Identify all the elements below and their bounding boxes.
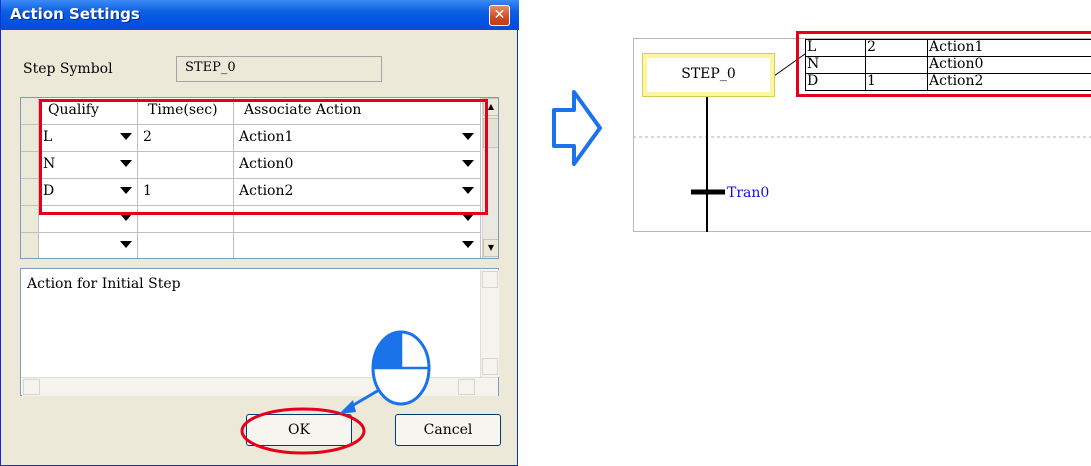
- right-arrow-icon: [552, 90, 602, 166]
- mouse-click-icon: [339, 330, 431, 414]
- qualify-cell[interactable]: [38, 233, 138, 258]
- scroll-down-icon[interactable]: ▼: [483, 239, 498, 257]
- diagram-highlight-box: [796, 31, 1091, 97]
- step-symbol-field: STEP_0: [176, 56, 382, 82]
- chevron-down-icon[interactable]: [120, 214, 132, 221]
- action-settings-dialog: Action Settings ✕ Step Symbol STEP_0 Qua…: [0, 0, 519, 466]
- scroll-up-icon[interactable]: [482, 271, 498, 288]
- row-header: [21, 206, 39, 232]
- chevron-down-icon[interactable]: [462, 214, 474, 221]
- table-row[interactable]: [21, 233, 481, 258]
- note-vertical-scrollbar[interactable]: [480, 270, 499, 377]
- step-name: STEP_0: [681, 66, 736, 82]
- title-bar[interactable]: Action Settings ✕: [1, 0, 519, 30]
- time-cell[interactable]: [138, 233, 234, 258]
- action-cell[interactable]: [234, 233, 481, 258]
- row-header: [21, 179, 39, 205]
- grid-highlight-box: [39, 99, 488, 215]
- chevron-down-icon[interactable]: [120, 241, 132, 248]
- dialog-title: Action Settings: [10, 5, 140, 23]
- close-button[interactable]: ✕: [489, 5, 510, 26]
- note-text: Action for Initial Step: [27, 276, 181, 292]
- scroll-left-icon[interactable]: [23, 379, 40, 395]
- scroll-down-icon[interactable]: [482, 358, 498, 375]
- scroll-right-icon[interactable]: [458, 379, 475, 395]
- step-block[interactable]: STEP_0: [642, 53, 775, 97]
- close-icon: ✕: [493, 7, 506, 23]
- row-header: [21, 152, 39, 178]
- row-header: [21, 233, 39, 258]
- row-header: [21, 125, 39, 151]
- step-symbol-label: Step Symbol: [23, 61, 113, 77]
- row-header: [21, 98, 39, 124]
- chevron-down-icon[interactable]: [462, 241, 474, 248]
- transition-label[interactable]: Tran0: [727, 185, 769, 201]
